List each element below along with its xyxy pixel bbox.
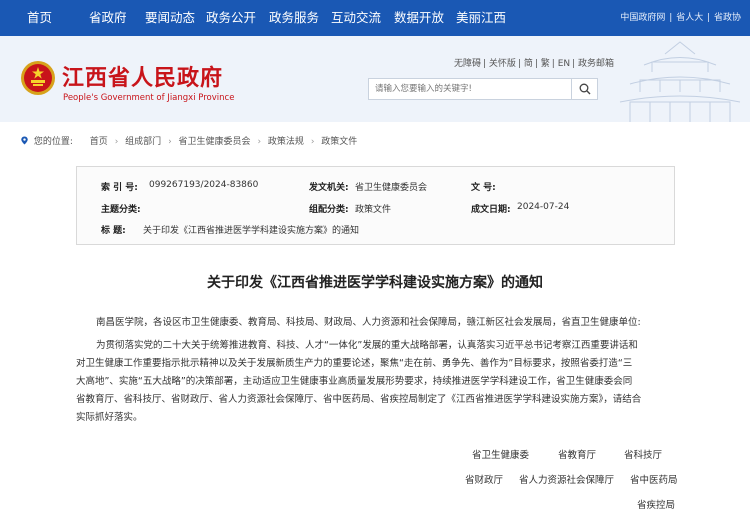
index-value: 099267193/2024-83860 [149,180,259,190]
top-nav: 首页 省政府 要闻动态 政务公开 政务服务 互动交流 数据开放 美丽江西 中国政… [0,0,750,36]
nav-interaction[interactable]: 互动交流 [331,0,381,36]
body-line: 大高地”、实施“五大战略”的决策部署，主动适应卫生健康事业高质量发展形势要求，持… [76,376,633,387]
addressee: 南昌医学院，各设区市卫生健康委、教育局、科技局、财政局、人力资源和社会保障局，赣… [96,317,641,328]
body-line: 实际抓好落实。 [76,412,143,423]
site-subtitle: People's Government of Jiangxi Province [63,93,235,103]
site-header: 江西省人民政府 People's Government of Jiangxi P… [0,36,750,122]
nav-gov-services[interactable]: 政务服务 [269,0,319,36]
accessibility-link[interactable]: 无障碍 [454,59,481,69]
nav-open-data[interactable]: 数据开放 [394,0,444,36]
article-title: 关于印发《江西省推进医学学科建设实施方案》的通知 [207,275,543,291]
signatory: 省财政厅 [465,475,504,486]
nav-news[interactable]: 要闻动态 [145,0,195,36]
issuer-value: 省卫生健康委员会 [355,183,428,193]
subject-label: 主题分类: [101,205,141,215]
traditional-link[interactable]: 繁 [541,59,550,69]
body-line: 对卫生健康工作重要指示批示精神以及关于发展新质生产力的重要论述，聚焦“走在前、勇… [76,358,633,369]
signatory: 省教育厅 [558,450,597,461]
breadcrumb-policies[interactable]: 政策法规 [268,137,304,147]
pavilion-illustration [619,41,741,122]
location-icon [21,136,28,145]
heading-value: 关于印发《江西省推进医学学科建设实施方案》的通知 [143,226,360,236]
breadcrumb-label: 您的位置: [33,137,73,147]
breadcrumb-separator: › [168,137,172,147]
org-label: 组配分类: [309,205,349,215]
search-button[interactable] [571,79,597,99]
breadcrumb-health-commission[interactable]: 省卫生健康委员会 [179,137,251,147]
docno-label: 文 号: [471,183,496,193]
link-cppcc[interactable]: 省政协 [714,13,741,23]
top-links: 中国政府网 | 省人大 | 省政协 [620,13,741,23]
care-mode-link[interactable]: 关怀版 [489,59,516,69]
national-emblem-icon [21,61,55,95]
date-label: 成文日期: [471,205,511,215]
site-title: 江西省人民政府 [62,66,224,91]
english-link[interactable]: EN [558,59,570,69]
simplified-link[interactable]: 简 [524,59,533,69]
heading-label: 标 题: [101,226,126,236]
breadcrumb: 您的位置: 首页 › 组成部门 › 省卫生健康委员会 › 政策法规 › 政策文件 [20,134,357,147]
breadcrumb-departments[interactable]: 组成部门 [125,137,161,147]
signatory: 省科技厅 [624,450,663,461]
breadcrumb-separator: › [310,137,315,147]
breadcrumb-separator: › [257,137,262,147]
nav-beautiful-jiangxi[interactable]: 美丽江西 [456,0,506,36]
link-npc[interactable]: 省人大 [676,13,703,23]
breadcrumb-home[interactable]: 首页 [90,137,108,147]
search-icon [579,83,590,95]
nav-gov-affairs-open[interactable]: 政务公开 [206,0,256,36]
body-line: 为贯彻落实党的二十大关于统筹推进教育、科技、人才“一体化”发展的重大战略部署，认… [96,340,638,351]
issuer-label: 发文机关: [309,183,349,193]
signatory: 省人力资源社会保障厅 [519,475,615,486]
breadcrumb-separator: › [114,137,119,147]
date-value: 2024-07-24 [517,202,570,212]
nav-home[interactable]: 首页 [27,0,52,36]
signatory: 省卫生健康委 [472,450,530,461]
body-line: 省教育厅、省科技厅、省财政厅、省人力资源社会保障厅、省中医药局、省疾控局制定了《… [76,394,642,405]
signatory: 省中医药局 [630,475,678,486]
breadcrumb-policy-docs[interactable]: 政策文件 [321,137,357,147]
utility-links: 无障碍 | 关怀版 | 简 | 繁 | EN | 政务邮箱 [454,59,615,69]
search-box [368,78,598,100]
org-value: 政策文件 [355,205,392,215]
search-input[interactable] [369,79,573,99]
document-meta-box: 索 引 号: 099267193/2024-83860 发文机关: 省卫生健康委… [76,166,675,245]
gov-mail-link[interactable]: 政务邮箱 [578,59,614,69]
signatory: 省疾控局 [637,500,676,511]
index-label: 索 引 号: [101,183,138,193]
nav-province-gov[interactable]: 省政府 [89,0,127,36]
link-china-gov[interactable]: 中国政府网 [620,13,665,23]
